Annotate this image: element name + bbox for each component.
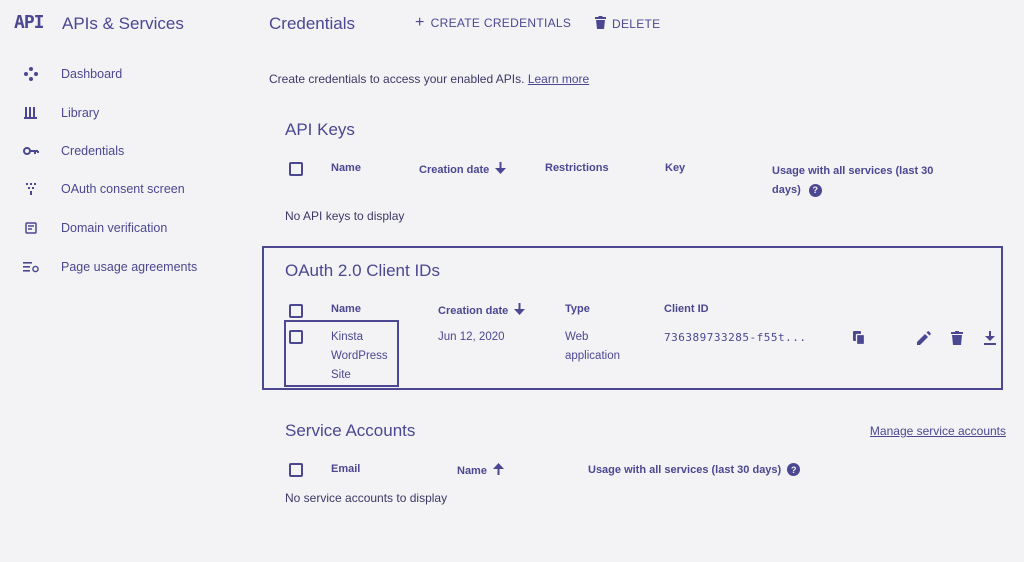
edit-icon[interactable]: [916, 330, 932, 346]
arrow-down-icon: [514, 303, 526, 318]
sidebar-item-label: Library: [61, 106, 100, 120]
dashboard-icon: [22, 65, 40, 83]
sidebar-item-page-usage-agreements[interactable]: Page usage agreements: [0, 252, 245, 282]
sidebar: API APIs & Services Dashboard Library Cr…: [0, 0, 245, 562]
trash-icon[interactable]: [949, 330, 965, 346]
oauth-row-client-id: 736389733285-f55t...: [664, 331, 807, 344]
learn-more-link[interactable]: Learn more: [528, 72, 589, 86]
service-accounts-col-email[interactable]: Email: [331, 463, 360, 475]
arrow-up-icon: [492, 463, 504, 478]
oauth-row-type: Web application: [565, 331, 620, 362]
service-accounts-col-usage: Usage with all services (last 30 days) ?: [588, 463, 801, 476]
intro-description: Create credentials to access your enable…: [269, 72, 525, 86]
oauth-col-creation-date[interactable]: Creation date: [438, 303, 526, 318]
main-content: Credentials + CREATE CREDENTIALS DELETE …: [245, 0, 1024, 562]
sidebar-item-library[interactable]: Library: [0, 98, 245, 128]
service-accounts-empty-message: No service accounts to display: [285, 491, 448, 505]
sidebar-item-credentials[interactable]: Credentials: [0, 136, 245, 166]
sidebar-item-oauth-consent[interactable]: OAuth consent screen: [0, 174, 245, 204]
manage-service-accounts-link[interactable]: Manage service accounts: [870, 424, 1006, 438]
consent-icon: [22, 180, 40, 198]
oauth-row-creation-date: Jun 12, 2020: [438, 331, 505, 343]
api-keys-title: API Keys: [285, 120, 355, 139]
sidebar-item-label: Credentials: [61, 144, 125, 158]
sidebar-item-domain-verification[interactable]: Domain verification: [0, 213, 245, 243]
sidebar-item-label: Page usage agreements: [61, 260, 198, 274]
api-keys-col-key: Key: [665, 162, 686, 174]
oauth-col-name[interactable]: Name: [331, 303, 361, 315]
oauth-col-client-id: Client ID: [664, 303, 709, 315]
create-credentials-label: CREATE CREDENTIALS: [430, 16, 572, 30]
create-credentials-button[interactable]: + CREATE CREDENTIALS: [415, 14, 572, 31]
intro-text: Create credentials to access your enable…: [269, 72, 589, 86]
page-title: Credentials: [269, 14, 355, 33]
sidebar-item-dashboard[interactable]: Dashboard: [0, 59, 245, 89]
api-keys-col-usage: Usage with all services (last 30 days) ?: [772, 165, 934, 197]
oauth-row-checkbox[interactable]: [289, 330, 303, 344]
oauth-row-name[interactable]: Kinsta WordPress Site: [331, 328, 388, 385]
copy-icon[interactable]: [851, 330, 867, 346]
delete-button[interactable]: DELETE: [595, 16, 660, 32]
library-icon: [22, 104, 40, 122]
help-icon[interactable]: ?: [808, 184, 822, 197]
api-keys-col-creation-date[interactable]: Creation date: [419, 162, 507, 177]
download-icon[interactable]: [982, 330, 998, 346]
service-accounts-title: Service Accounts: [285, 421, 416, 440]
plus-icon: +: [415, 14, 425, 31]
delete-label: DELETE: [612, 17, 661, 31]
trash-icon: [595, 16, 606, 32]
service-accounts-col-name[interactable]: Name: [457, 463, 504, 478]
help-icon[interactable]: ?: [787, 463, 801, 476]
sidebar-item-label: OAuth consent screen: [61, 182, 185, 196]
oauth-select-all-checkbox[interactable]: [289, 304, 303, 318]
key-icon: [22, 142, 40, 160]
arrow-down-icon: [495, 162, 507, 177]
oauth-title: OAuth 2.0 Client IDs: [285, 261, 440, 280]
sidebar-item-label: Dashboard: [61, 67, 123, 81]
settings-list-icon: [22, 258, 40, 276]
oauth-col-type: Type: [565, 303, 590, 315]
product-title: APIs & Services: [62, 14, 184, 33]
sidebar-item-label: Domain verification: [61, 221, 168, 235]
api-keys-col-restrictions: Restrictions: [545, 162, 609, 174]
api-keys-empty-message: No API keys to display: [285, 209, 405, 223]
api-logo: API: [14, 12, 44, 33]
api-keys-select-all-checkbox[interactable]: [289, 162, 303, 176]
service-accounts-select-all-checkbox[interactable]: [289, 463, 303, 477]
api-keys-col-name[interactable]: Name: [331, 162, 361, 174]
domain-icon: [22, 219, 40, 237]
